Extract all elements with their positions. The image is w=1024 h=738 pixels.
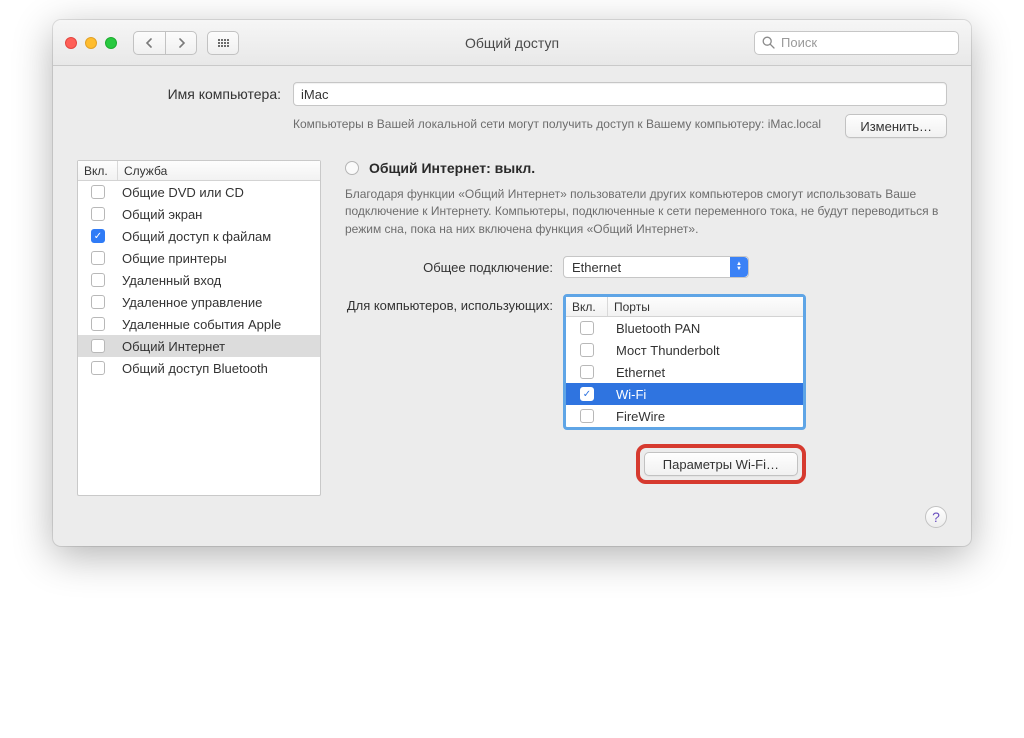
ports-col-ports: Порты [608, 297, 803, 316]
help-icon: ? [932, 509, 940, 525]
detail-panel: Общий Интернет: выкл. Благодаря функции … [345, 160, 947, 528]
connection-value: Ethernet [572, 260, 621, 275]
service-label: Удаленное управление [118, 295, 320, 310]
service-checkbox[interactable] [91, 361, 105, 375]
service-label: Общие принтеры [118, 251, 320, 266]
status-radio[interactable] [345, 161, 359, 175]
nav-buttons [133, 31, 197, 55]
service-label: Общий экран [118, 207, 320, 222]
service-row[interactable]: Общий доступ Bluetooth [78, 357, 320, 379]
back-button[interactable] [133, 31, 165, 55]
connection-select[interactable]: Ethernet ▲▼ [563, 256, 749, 278]
col-service: Служба [118, 161, 320, 180]
service-label: Общий доступ Bluetooth [118, 361, 320, 376]
service-label: Удаленный вход [118, 273, 320, 288]
select-arrows-icon: ▲▼ [730, 257, 748, 277]
status-description: Благодаря функции «Общий Интернет» польз… [345, 186, 947, 238]
services-table: Вкл. Служба Общие DVD или CD Общий экран ✓… [77, 160, 321, 496]
service-label: Общий доступ к файлам [118, 229, 320, 244]
service-checkbox[interactable] [91, 317, 105, 331]
service-row[interactable]: Удаленный вход [78, 269, 320, 291]
show-all-button[interactable] [207, 31, 239, 55]
port-checkbox[interactable]: ✓ [580, 387, 594, 401]
titlebar: Общий доступ Поиск [53, 20, 971, 66]
status-title: Общий Интернет: выкл. [369, 160, 535, 176]
col-on: Вкл. [78, 161, 118, 180]
services-header: Вкл. Служба [78, 161, 320, 181]
search-input[interactable]: Поиск [754, 31, 959, 55]
minimize-button[interactable] [85, 37, 97, 49]
port-row[interactable]: Ethernet [566, 361, 803, 383]
service-checkbox[interactable] [91, 207, 105, 221]
content: Имя компьютера: Компьютеры в Вашей локал… [53, 66, 971, 546]
service-row[interactable]: Общий экран [78, 203, 320, 225]
port-row[interactable]: Мост Thunderbolt [566, 339, 803, 361]
search-icon [762, 36, 775, 52]
service-checkbox[interactable] [91, 273, 105, 287]
help-button[interactable]: ? [925, 506, 947, 528]
port-label: Bluetooth PAN [608, 321, 803, 336]
service-row[interactable]: Удаленное управление [78, 291, 320, 313]
grid-icon [218, 39, 229, 47]
service-checkbox[interactable]: ✓ [91, 229, 105, 243]
service-label: Общие DVD или CD [118, 185, 320, 200]
port-row[interactable]: FireWire [566, 405, 803, 427]
window-controls [65, 37, 117, 49]
port-row[interactable]: ✓ Wi-Fi [566, 383, 803, 405]
service-checkbox[interactable] [91, 339, 105, 353]
port-checkbox[interactable] [580, 409, 594, 423]
computer-name-input[interactable] [293, 82, 947, 106]
port-label: Wi-Fi [608, 387, 803, 402]
service-checkbox[interactable] [91, 295, 105, 309]
ports-table: Вкл. Порты Bluetooth PAN Мост Thunderbolt… [563, 294, 806, 430]
ports-col-on: Вкл. [566, 297, 608, 316]
service-row[interactable]: Общие DVD или CD [78, 181, 320, 203]
service-label: Общий Интернет [118, 339, 320, 354]
port-label: Мост Thunderbolt [608, 343, 803, 358]
service-checkbox[interactable] [91, 185, 105, 199]
port-row[interactable]: Bluetooth PAN [566, 317, 803, 339]
computer-name-description: Компьютеры в Вашей локальной сети могут … [293, 114, 833, 132]
ports-header: Вкл. Порты [566, 297, 803, 317]
port-checkbox[interactable] [580, 321, 594, 335]
zoom-button[interactable] [105, 37, 117, 49]
wifi-options-button[interactable]: Параметры Wi-Fi… [644, 452, 798, 476]
port-label: FireWire [608, 409, 803, 424]
port-checkbox[interactable] [580, 365, 594, 379]
port-checkbox[interactable] [580, 343, 594, 357]
highlight-annotation: Параметры Wi-Fi… [636, 444, 806, 484]
service-label: Удаленные события Apple [118, 317, 320, 332]
ports-label: Для компьютеров, использующих: [345, 294, 553, 315]
forward-button[interactable] [165, 31, 197, 55]
edit-name-button[interactable]: Изменить… [845, 114, 947, 138]
service-row[interactable]: Удаленные события Apple [78, 313, 320, 335]
service-row[interactable]: Общие принтеры [78, 247, 320, 269]
preferences-window: Общий доступ Поиск Имя компьютера: Компь… [53, 20, 971, 546]
service-row[interactable]: Общий Интернет [78, 335, 320, 357]
connection-label: Общее подключение: [345, 256, 553, 275]
computer-name-label: Имя компьютера: [77, 86, 281, 102]
close-button[interactable] [65, 37, 77, 49]
search-placeholder: Поиск [781, 35, 817, 50]
port-label: Ethernet [608, 365, 803, 380]
service-row[interactable]: ✓ Общий доступ к файлам [78, 225, 320, 247]
service-checkbox[interactable] [91, 251, 105, 265]
